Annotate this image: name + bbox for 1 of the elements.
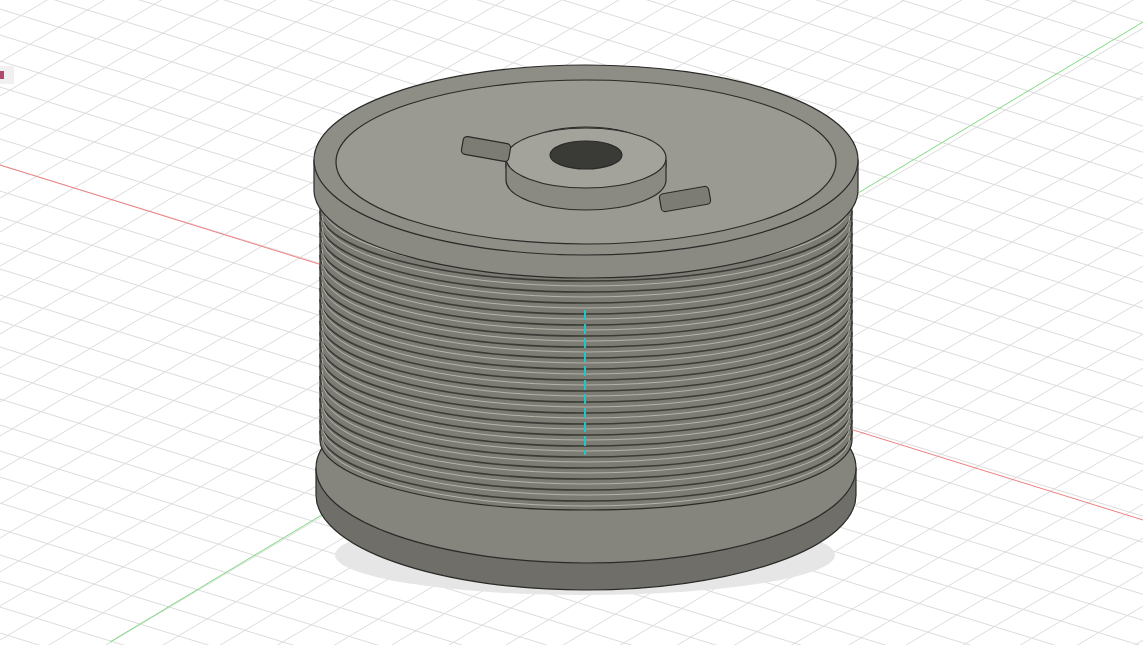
- color-swatch-icon: [0, 71, 4, 79]
